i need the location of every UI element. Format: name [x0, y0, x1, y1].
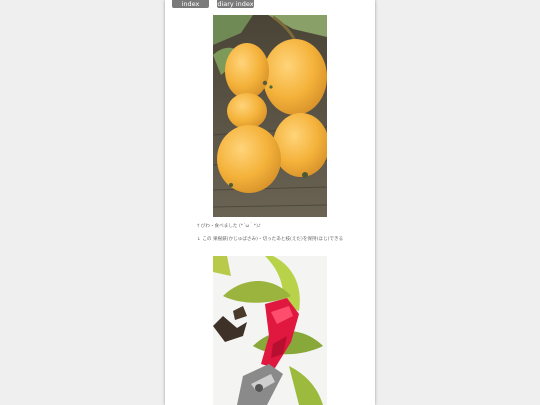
- index-button[interactable]: index: [172, 0, 209, 8]
- shears-illustration: [213, 256, 327, 405]
- loquat-illustration: [213, 15, 327, 217]
- diary-index-button[interactable]: diary index: [217, 0, 254, 8]
- caption-shears: ↓ この 果樹鋏(かじゅばさみ)・切ったあと枝(えだ)を保持(ほじ)できる: [197, 237, 344, 242]
- caption-loquat: † びわ・食べました (*´ω｀*)♪: [197, 224, 261, 229]
- loquat-photo: [213, 15, 327, 217]
- shears-photo: [213, 256, 327, 405]
- diary-page: index diary index † びわ・食べました (*´ω｀*)♪ ↓ …: [165, 0, 375, 405]
